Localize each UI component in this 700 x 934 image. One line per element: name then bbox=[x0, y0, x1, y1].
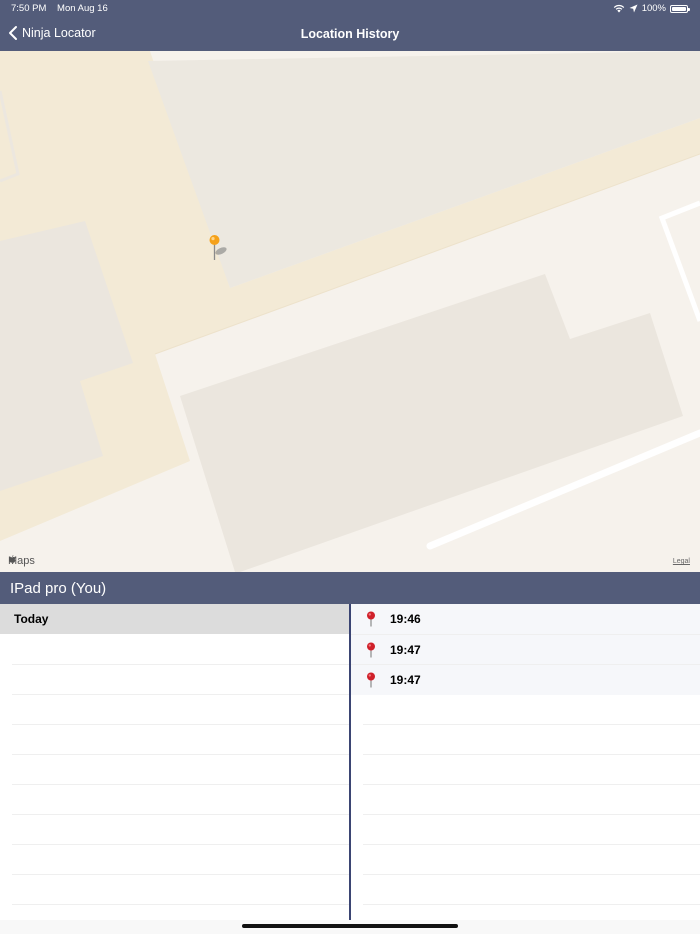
day-list: Today bbox=[0, 604, 349, 920]
home-indicator[interactable] bbox=[242, 924, 458, 928]
location-row[interactable]: 19:47 bbox=[351, 635, 700, 665]
row-separator bbox=[363, 724, 700, 725]
row-separator bbox=[363, 754, 700, 755]
status-bar-left: 7:50 PM Mon Aug 16 bbox=[11, 3, 116, 14]
status-bar-right: 100% bbox=[613, 3, 690, 14]
device-name: IPad pro (You) bbox=[10, 580, 107, 597]
row-separator bbox=[12, 904, 349, 905]
location-time: 19:47 bbox=[390, 643, 421, 657]
row-separator bbox=[12, 784, 349, 785]
row-separator bbox=[12, 844, 349, 845]
row-separator bbox=[12, 814, 349, 815]
apple-logo-icon bbox=[9, 555, 16, 563]
red-pin-icon bbox=[367, 642, 375, 658]
location-arrow-icon bbox=[629, 4, 638, 13]
row-separator bbox=[12, 874, 349, 875]
row-separator bbox=[12, 694, 349, 695]
red-pin-icon bbox=[367, 611, 375, 627]
maps-attribution: Maps bbox=[8, 555, 35, 567]
status-time: 7:50 PM bbox=[11, 3, 47, 14]
location-list: 19:46 19:47 19:47 bbox=[351, 604, 700, 920]
navigation-bar: 7:50 PM Mon Aug 16 100% Ninja Locator Lo… bbox=[0, 0, 700, 51]
status-date: Mon Aug 16 bbox=[57, 3, 108, 14]
row-separator bbox=[12, 664, 349, 665]
location-row[interactable]: 19:46 bbox=[351, 604, 700, 634]
map-pin-icon[interactable] bbox=[206, 234, 230, 262]
location-time: 19:47 bbox=[390, 673, 421, 687]
location-time: 19:46 bbox=[390, 612, 421, 626]
day-label: Today bbox=[14, 612, 49, 626]
row-separator bbox=[12, 724, 349, 725]
map-view[interactable]: Maps Legal bbox=[0, 51, 700, 572]
red-pin-icon bbox=[367, 672, 375, 688]
row-separator bbox=[363, 814, 700, 815]
battery-percent: 100% bbox=[641, 3, 666, 14]
legal-link[interactable]: Legal bbox=[673, 558, 690, 565]
map-canvas bbox=[0, 51, 700, 572]
day-row-today[interactable]: Today bbox=[0, 604, 349, 634]
row-separator bbox=[363, 784, 700, 785]
row-separator bbox=[363, 844, 700, 845]
location-row[interactable]: 19:47 bbox=[351, 665, 700, 695]
page-title: Location History bbox=[300, 27, 400, 41]
battery-icon bbox=[670, 4, 690, 13]
device-header: IPad pro (You) bbox=[0, 572, 700, 604]
row-separator bbox=[363, 874, 700, 875]
row-separator bbox=[363, 904, 700, 905]
wifi-icon bbox=[613, 4, 624, 13]
row-separator bbox=[12, 754, 349, 755]
